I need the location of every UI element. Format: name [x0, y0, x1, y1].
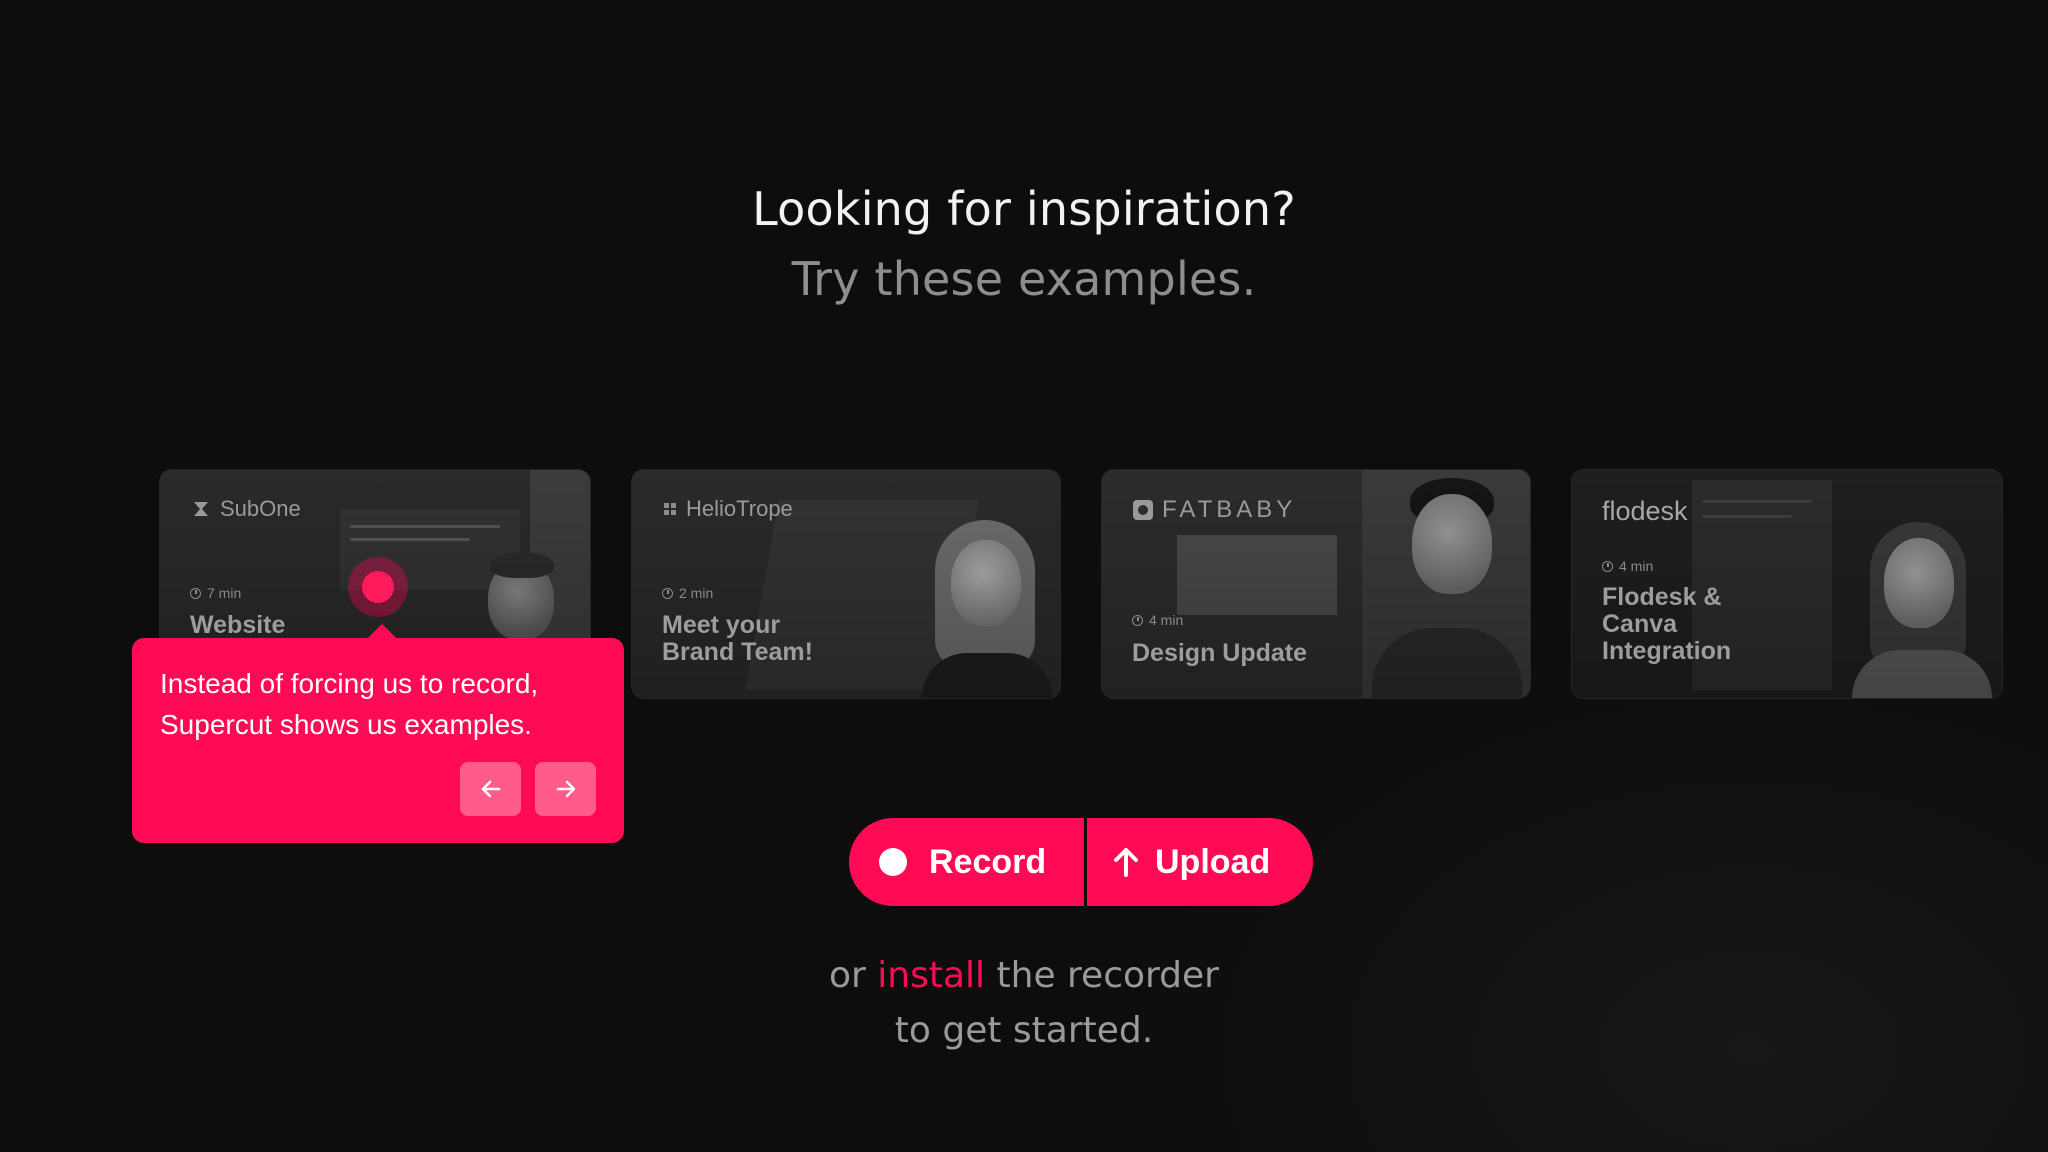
- tooltip-next-button[interactable]: [535, 762, 596, 816]
- install-link[interactable]: install: [877, 955, 985, 996]
- heliotrope-logo-icon: [664, 503, 676, 515]
- clock-icon: [662, 587, 673, 599]
- hotspot-dot[interactable]: [362, 571, 394, 603]
- card-duration: 7 min: [190, 585, 241, 601]
- card-duration: 4 min: [1602, 558, 1653, 574]
- card-title: Flodesk & Canva Integration: [1602, 583, 1732, 665]
- card-brand: FATBABY: [1132, 496, 1296, 524]
- fatbaby-logo-icon: [1133, 500, 1153, 520]
- card-brand-name: SubOne: [220, 496, 301, 521]
- card-title: Website: [190, 611, 286, 639]
- card-duration: 4 min: [1132, 612, 1183, 628]
- upload-label: Upload: [1155, 842, 1271, 881]
- tooltip-prev-button[interactable]: [460, 762, 521, 816]
- record-dot-icon: [879, 848, 907, 876]
- tooltip-message: Instead of forcing us to record, Supercu…: [160, 668, 539, 740]
- page: Looking for inspiration? Try these examp…: [0, 0, 2048, 1152]
- headline-subtitle: Try these examples.: [791, 252, 1257, 306]
- card-title: Design Update: [1132, 639, 1308, 667]
- card-brand-name: HelioTrope: [686, 496, 793, 521]
- duration-text: 4 min: [1149, 612, 1184, 628]
- example-card-heliotrope[interactable]: HelioTrope 2 min Meet your Brand Team!: [632, 470, 1060, 698]
- record-label: Record: [929, 842, 1047, 881]
- arrow-left-icon: [481, 780, 500, 798]
- card-brand: flodesk: [1602, 496, 1688, 527]
- record-button[interactable]: Record: [849, 818, 1084, 906]
- card-brand-name: FATBABY: [1162, 496, 1297, 523]
- card-brand: HelioTrope: [662, 496, 793, 522]
- card-brand: SubOne: [190, 496, 301, 522]
- arrow-up-icon: [1114, 848, 1138, 877]
- clock-icon: [190, 587, 201, 599]
- subone-logo-icon: [194, 502, 208, 516]
- install-prompt: or install the recorder: [0, 955, 2048, 996]
- duration-text: 2 min: [679, 585, 714, 601]
- example-card-flodesk[interactable]: flodesk 4 min Flodesk & Canva Integratio…: [1572, 470, 2002, 698]
- clock-icon: [1602, 560, 1613, 572]
- install-suffix: the recorder: [985, 955, 1219, 996]
- arrow-right-icon: [556, 780, 575, 798]
- duration-text: 7 min: [207, 585, 242, 601]
- duration-text: 4 min: [1619, 558, 1654, 574]
- card-title: Meet your Brand Team!: [662, 611, 813, 666]
- upload-button[interactable]: Upload: [1087, 818, 1313, 906]
- example-card-fatbaby[interactable]: FATBABY 4 min Design Update: [1102, 470, 1530, 698]
- record-upload-group: Record Upload: [849, 818, 1313, 906]
- clock-icon: [1132, 614, 1143, 626]
- install-prompt-line2: to get started.: [894, 1010, 1154, 1051]
- headline-title: Looking for inspiration?: [752, 182, 1296, 236]
- onboarding-tooltip: Instead of forcing us to record, Supercu…: [132, 638, 624, 843]
- install-prefix: or: [829, 955, 878, 996]
- card-duration: 2 min: [662, 585, 713, 601]
- card-brand-name: flodesk: [1602, 496, 1688, 526]
